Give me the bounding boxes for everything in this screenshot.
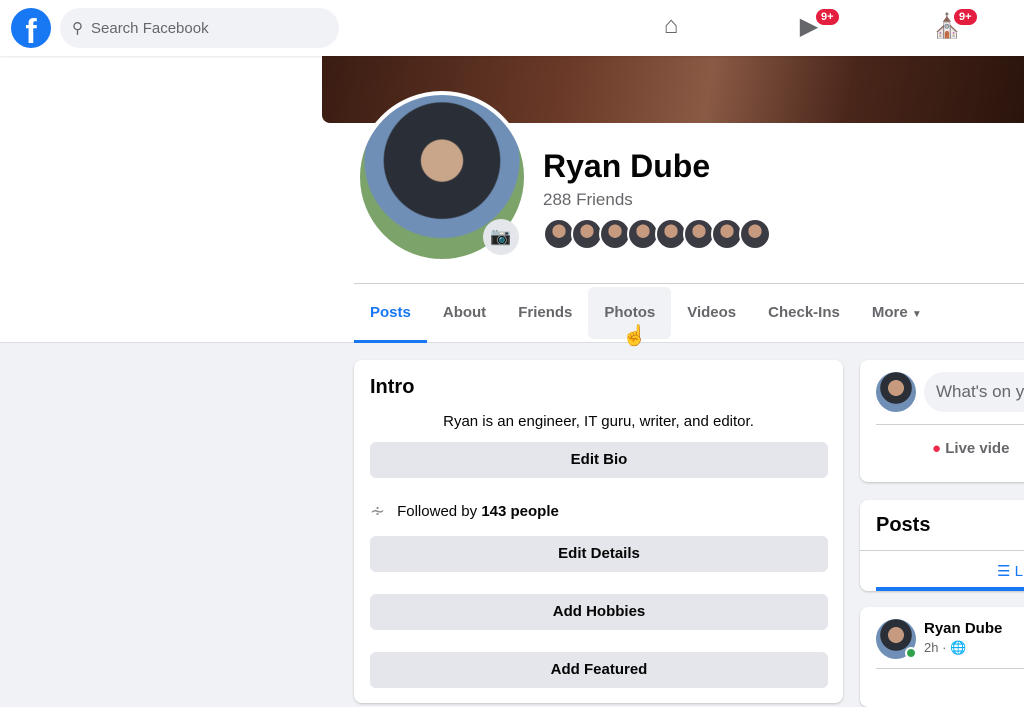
divider — [354, 283, 1024, 284]
search-placeholder: Search Facebook — [91, 19, 209, 37]
friend-avatar[interactable] — [739, 218, 771, 250]
globe-icon: 🌐 — [950, 640, 967, 655]
tab-more[interactable]: More ▼ — [856, 287, 938, 339]
tab-check-ins[interactable]: Check-Ins — [752, 287, 856, 339]
tab-about[interactable]: About — [427, 287, 502, 339]
intro-card: Intro Ryan is an engineer, IT guru, writ… — [354, 360, 843, 703]
search-icon: ⚲ — [72, 20, 83, 37]
live-video-button[interactable]: ● Live vide — [932, 440, 1009, 457]
hand-cursor-icon: ☝ — [622, 325, 647, 347]
search-input[interactable]: ⚲ Search Facebook — [60, 8, 339, 48]
tab-more-label: More — [871, 304, 908, 321]
camera-icon[interactable]: 📷 — [483, 219, 519, 255]
live-video-label: Live vide — [945, 440, 1010, 457]
user-avatar[interactable] — [876, 372, 916, 412]
tab-videos[interactable]: Videos — [671, 287, 752, 339]
post-card: Ryan Dube 2h · 🌐 — [860, 607, 1024, 707]
tab-posts[interactable]: Posts — [354, 287, 427, 343]
home-icon[interactable]: ⌂ — [656, 12, 686, 42]
divider — [876, 668, 1024, 669]
list-icon: ☰ — [997, 563, 1011, 580]
posts-filter-card: Posts ☰ L — [860, 500, 1024, 591]
edit-bio-button[interactable]: Edit Bio — [370, 442, 828, 478]
top-navbar: f ⚲ Search Facebook ⌂ ▶ 9+ ⛪ 9+ — [0, 0, 1024, 56]
list-view-tab[interactable]: ☰ L — [997, 562, 1023, 580]
tab-friends[interactable]: Friends — [502, 287, 588, 339]
post-author[interactable]: Ryan Dube — [924, 620, 1002, 637]
add-hobbies-button[interactable]: Add Hobbies — [370, 594, 828, 630]
active-tab-indicator — [876, 587, 1024, 591]
online-indicator — [905, 647, 917, 659]
friends-count[interactable]: 288 Friends — [543, 190, 633, 210]
followers-row: ∻ Followed by 143 people — [370, 498, 827, 524]
composer-input[interactable]: What's on y — [924, 372, 1024, 412]
post-time[interactable]: 2h · — [924, 640, 946, 655]
list-view-label: L — [1014, 563, 1023, 580]
watch-badge: 9+ — [814, 7, 841, 27]
edit-details-button[interactable]: Edit Details — [370, 536, 828, 572]
divider — [860, 550, 1024, 551]
intro-title: Intro — [370, 376, 415, 398]
caret-down-icon: ▼ — [911, 309, 922, 320]
live-video-icon: ● — [932, 440, 942, 457]
add-featured-button[interactable]: Add Featured — [370, 652, 828, 688]
facebook-logo[interactable]: f — [11, 8, 51, 48]
followers-count[interactable]: 143 people — [481, 503, 559, 520]
bio-text: Ryan is an engineer, IT guru, writer, an… — [443, 413, 754, 430]
marketplace-badge: 9+ — [952, 7, 979, 27]
friend-avatars — [543, 218, 771, 250]
followed-by-label: Followed by — [397, 502, 478, 520]
composer-card: What's on y ● Live vide — [860, 360, 1024, 482]
divider — [876, 424, 1024, 425]
profile-name: Ryan Dube — [543, 148, 711, 184]
rss-icon: ∻ — [370, 500, 386, 521]
posts-title: Posts — [876, 514, 931, 536]
post-meta: 2h · 🌐 — [924, 640, 966, 656]
